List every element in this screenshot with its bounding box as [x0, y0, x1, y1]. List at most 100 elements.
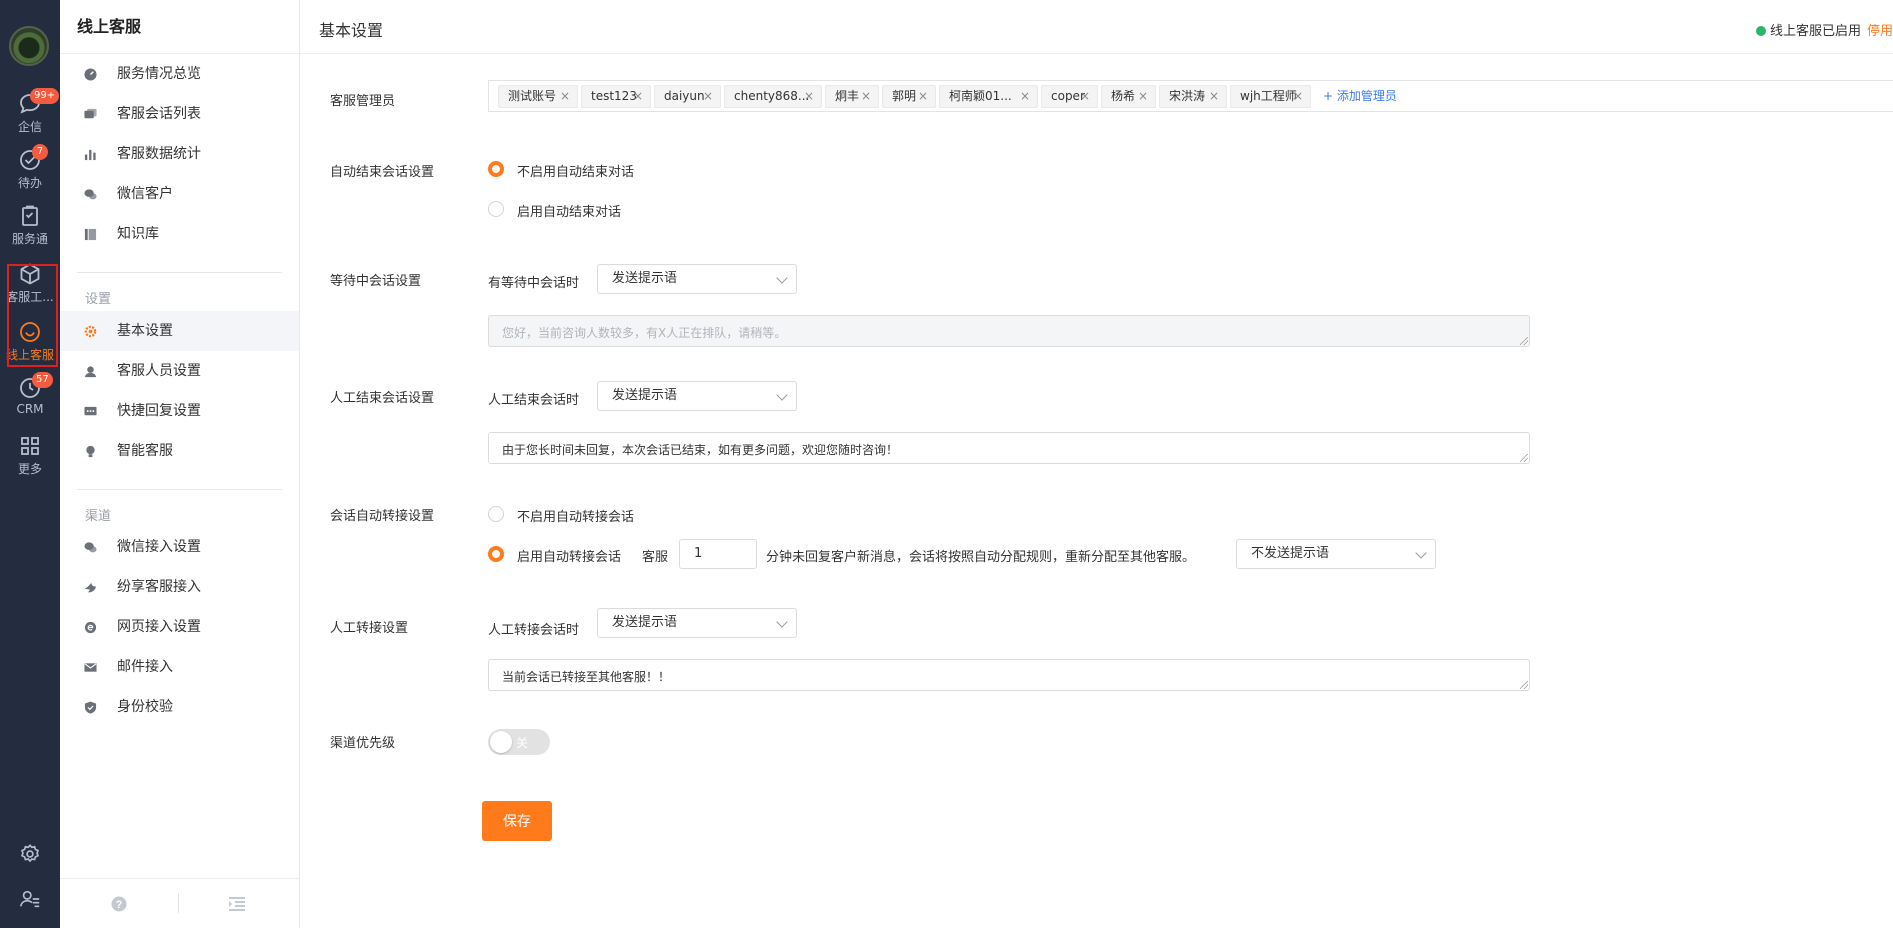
sidebar-item-label: 服务情况总览 [117, 66, 201, 82]
sidebar-item-wechat-access[interactable]: 微信接入设置 [60, 527, 299, 567]
sidebar-item-wechat-customers[interactable]: 微信客户 [60, 174, 299, 214]
rail-item-crm[interactable]: CRM 57 [0, 372, 60, 426]
sidebar-item-knowledge-base[interactable]: 知识库 [60, 214, 299, 254]
auto-end-on-radio[interactable] [488, 201, 504, 217]
rail-item-label: 服务通 [11, 232, 48, 246]
toggle-text: 关 [516, 736, 529, 750]
sidebar-item-conversations[interactable]: 客服会话列表 [60, 94, 299, 134]
svg-text:?: ? [116, 899, 123, 911]
collapse-menu-icon[interactable] [229, 897, 245, 911]
auto-transfer-label: 会话自动转接设置 [330, 509, 435, 524]
manual-end-select[interactable]: 发送提示语 [597, 381, 797, 411]
auto-end-label: 自动结束会话设置 [330, 165, 435, 180]
sidebar-item-staff-settings[interactable]: 客服人员设置 [60, 351, 299, 391]
remove-tag-icon[interactable]: × [918, 86, 928, 107]
service-status: 线上客服已启用 停用 [1755, 20, 1893, 39]
main-panel: 基本设置 线上客服已启用 停用 [300, 0, 1893, 928]
todo-badge: 7 [32, 144, 48, 160]
manual-end-textarea[interactable]: 由于您长时间未回复，本次会话已结束，如有更多问题，欢迎您随时咨询！ [488, 432, 1530, 464]
priority-toggle[interactable]: 关 [488, 729, 550, 755]
manual-transfer-textarea[interactable]: 当前会话已转接至其他客服！！ [488, 659, 1530, 691]
waiting-select[interactable]: 发送提示语 [597, 264, 797, 294]
resize-grip-icon[interactable] [1520, 454, 1528, 462]
manual-transfer-select[interactable]: 发送提示语 [597, 608, 797, 638]
sidebar-item-label: 网页接入设置 [117, 619, 201, 635]
resize-grip-icon[interactable] [1520, 337, 1528, 345]
manual-end-label: 人工结束会话设置 [330, 391, 435, 406]
rail-item-qixin[interactable]: 企信 99+ [0, 88, 60, 142]
admins-tag-input[interactable]: 测试账号 × test123 × daiyun × chenty868... × 炯丰 ×… [488, 80, 1893, 112]
remove-tag-icon[interactable]: × [804, 86, 814, 107]
sidebar-item-smart-service[interactable]: 智能客服 [60, 431, 299, 471]
rail-item-todo[interactable]: 待办 7 [0, 144, 60, 198]
auto-end-on-label[interactable]: 启用自动结束对话 [517, 201, 621, 220]
auto-transfer-off-label[interactable]: 不启用自动转接会话 [517, 506, 634, 525]
browser-e-icon [84, 621, 97, 634]
chat-list-icon [84, 108, 97, 119]
admin-tag: test123 × [581, 85, 651, 108]
sidebar-divider [77, 272, 282, 273]
auto-transfer-on-label[interactable]: 启用自动转接会话 [517, 546, 621, 565]
settings-button[interactable] [0, 843, 60, 869]
sidebar-item-label: 身份校验 [117, 699, 173, 715]
help-icon[interactable]: ? [111, 896, 127, 912]
sidebar-item-statistics[interactable]: 客服数据统计 [60, 134, 299, 174]
waiting-textarea[interactable]: 您好，当前咨询人数较多，有X人正在排队，请稍等。 [488, 315, 1530, 347]
sidebar-item-web-access[interactable]: 网页接入设置 [60, 607, 299, 647]
sidebar-item-label: 纷享客服接入 [117, 579, 201, 595]
clipboard-icon [22, 205, 38, 226]
sidebar-item-basic-settings[interactable]: 基本设置 [60, 311, 299, 351]
gear-icon [84, 325, 97, 338]
sidebar-item-overview[interactable]: 服务情况总览 [60, 54, 299, 94]
auto-transfer-off-radio[interactable] [488, 506, 504, 522]
auto-end-off-radio[interactable] [488, 161, 504, 177]
resize-grip-icon[interactable] [1520, 681, 1528, 689]
remove-tag-icon[interactable]: × [703, 86, 713, 107]
admin-tag: 杨希 × [1101, 85, 1156, 108]
minutes-input[interactable]: 1 [679, 539, 757, 569]
select-value: 发送提示语 [612, 271, 678, 286]
add-admin-link[interactable]: + 添加管理员 [1323, 87, 1397, 104]
sidebar-item-label: 快捷回复设置 [117, 403, 201, 419]
auto-transfer-select[interactable]: 不发送提示语 [1236, 539, 1436, 569]
wechat-icon [84, 189, 97, 200]
unread-badge: 99+ [30, 88, 60, 104]
chevron-down-icon [776, 389, 788, 401]
auto-transfer-on-radio[interactable] [488, 546, 504, 562]
rail-item-service[interactable]: 服务通 [0, 204, 60, 254]
remove-tag-icon[interactable]: × [1293, 86, 1303, 107]
remove-tag-icon[interactable]: × [1080, 86, 1090, 107]
user-settings-button[interactable] [0, 888, 60, 914]
sidebar-title: 线上客服 [60, 0, 299, 54]
select-value: 发送提示语 [612, 615, 678, 630]
remove-tag-icon[interactable]: × [633, 86, 643, 107]
bird-icon [84, 582, 97, 593]
remove-tag-icon[interactable]: × [1020, 86, 1030, 107]
admin-tag: daiyun × [654, 85, 721, 108]
wechat-icon [84, 542, 97, 553]
sidebar-item-mail-access[interactable]: 邮件接入 [60, 647, 299, 687]
sidebar-item-quick-reply[interactable]: 快捷回复设置 [60, 391, 299, 431]
sidebar-item-fxiaoke-access[interactable]: 纷享客服接入 [60, 567, 299, 607]
tag-text: 炯丰 [835, 89, 860, 103]
tag-text: 柯南颖01... [949, 89, 1012, 103]
admin-tag: 柯南颖01... × [939, 85, 1038, 108]
shield-icon [84, 701, 97, 714]
remove-tag-icon[interactable]: × [861, 86, 871, 107]
auto-transfer-prefix: 客服 [642, 550, 669, 565]
remove-tag-icon[interactable]: × [1138, 86, 1148, 107]
rail-item-more[interactable]: 更多 [0, 434, 60, 484]
stop-link[interactable]: 停用 [1867, 24, 1893, 39]
tag-text: chenty868... [734, 89, 810, 103]
admin-tag: 郭明 × [882, 85, 936, 108]
top-bar: 基本设置 线上客服已启用 停用 [300, 0, 1893, 54]
remove-tag-icon[interactable]: × [1209, 86, 1219, 107]
sidebar-item-identity-check[interactable]: 身份校验 [60, 687, 299, 727]
remove-tag-icon[interactable]: × [560, 86, 570, 107]
tag-text: 宋洪涛 [1169, 89, 1206, 103]
avatar[interactable] [9, 26, 49, 66]
save-button[interactable]: 保存 [482, 801, 552, 841]
app-rail: 企信 99+ 待办 7 服务通 客服工... 线上客服 CRM 57 更多 [0, 0, 60, 928]
auto-end-off-label[interactable]: 不启用自动结束对话 [517, 161, 634, 180]
admin-tag: chenty868... × [724, 85, 822, 108]
